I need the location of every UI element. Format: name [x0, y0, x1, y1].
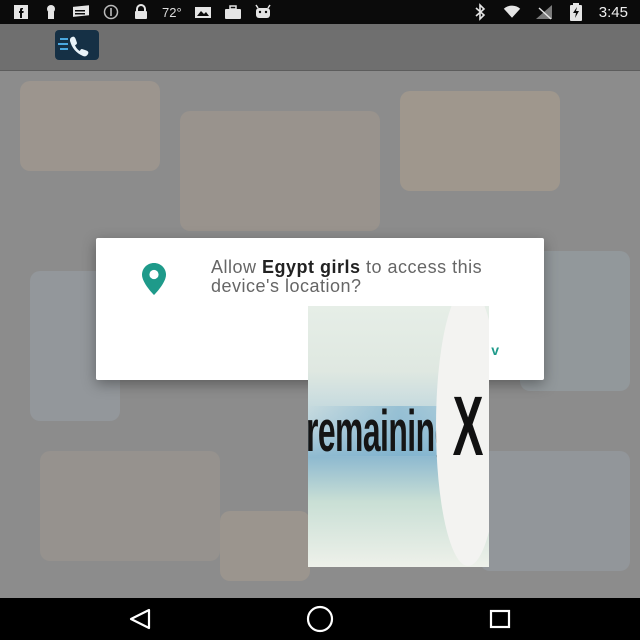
briefcase-icon [224, 4, 242, 20]
image-mail-icon [194, 4, 212, 20]
dialog-allow-button[interactable]: v [491, 342, 500, 358]
lock-icon [132, 4, 150, 20]
home-button[interactable] [290, 598, 350, 640]
battery-charging-icon [567, 3, 585, 21]
ad-close-button[interactable]: X [436, 306, 489, 566]
news-icon [72, 4, 90, 20]
android-icon [254, 4, 272, 20]
dialog-message: Allow Egypt girls to access this device'… [211, 258, 511, 296]
wifi-icon [503, 4, 521, 20]
clock-time: 3:45 [598, 3, 628, 21]
close-icon: X [452, 378, 484, 473]
temperature-text: 72° [162, 4, 182, 20]
bluetooth-icon [471, 3, 489, 21]
phone-call-logo-icon[interactable] [55, 30, 99, 60]
status-bar: 72° 3:45 [0, 0, 640, 24]
home-circle-icon [306, 605, 334, 633]
info-circle-icon [102, 4, 120, 20]
dialog-text-prefix: Allow [211, 257, 263, 277]
no-signal-icon [535, 4, 553, 20]
recents-button[interactable] [470, 598, 530, 640]
navigation-bar [0, 598, 640, 640]
ad-overlay[interactable]: remaining X [308, 306, 489, 567]
recents-square-icon [489, 609, 511, 629]
keyhole-icon [42, 4, 60, 20]
back-button[interactable] [110, 598, 170, 640]
location-pin-icon [141, 262, 167, 296]
facebook-icon [12, 4, 30, 20]
back-triangle-icon [129, 608, 151, 630]
ad-remaining-text: remaining [308, 399, 454, 464]
dialog-app-name: Egypt girls [262, 257, 361, 277]
app-bar [0, 24, 640, 71]
